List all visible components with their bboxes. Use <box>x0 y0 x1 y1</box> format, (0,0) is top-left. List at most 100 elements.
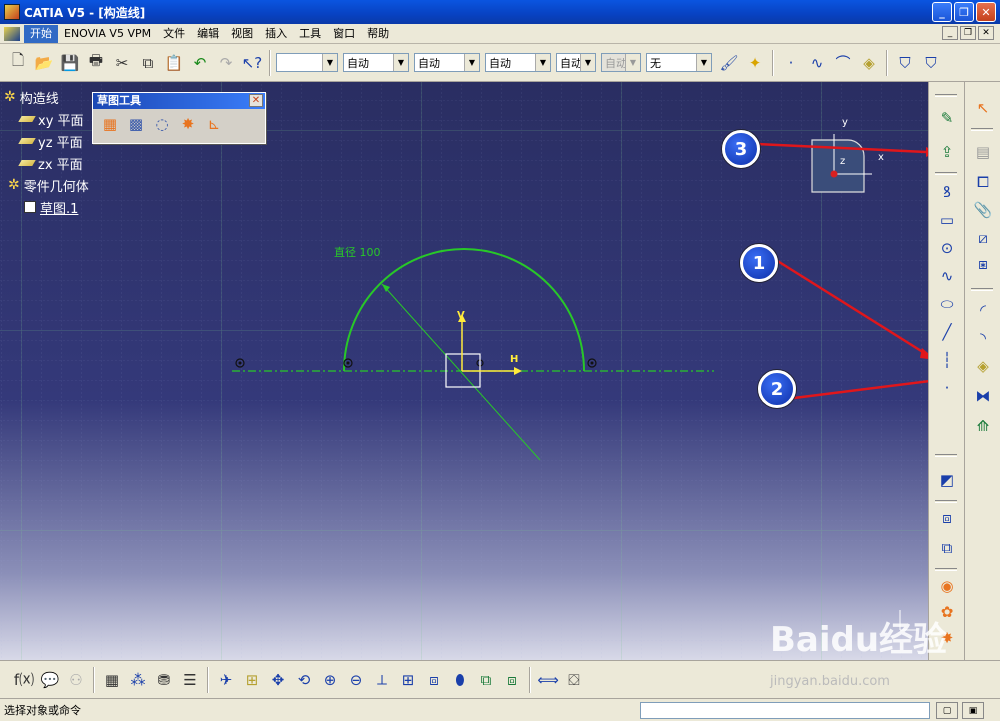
panel-close-button[interactable]: ✕ <box>249 94 263 107</box>
combo-arrow-icon[interactable]: ▼ <box>393 54 408 71</box>
render-style-combo[interactable]: 无 ▼ <box>646 53 712 72</box>
swap-space-icon[interactable]: ⧈ <box>500 668 524 692</box>
menu-edit[interactable]: 编辑 <box>191 25 225 43</box>
spline-icon[interactable]: ∿ <box>935 264 959 288</box>
pan-icon[interactable]: ✥ <box>266 668 290 692</box>
point-icon[interactable]: · <box>779 51 803 75</box>
line-type-combo[interactable]: ▼ <box>276 53 338 72</box>
point-type-combo[interactable]: 自动 ▼ <box>556 53 596 72</box>
command-input[interactable] <box>640 702 930 719</box>
multi-view-icon[interactable]: ⊞ <box>396 668 420 692</box>
ellipse-icon[interactable]: ⬭ <box>935 292 959 316</box>
list-icon[interactable]: ☰ <box>178 668 202 692</box>
mdi-restore-icon[interactable]: ❐ <box>960 26 976 40</box>
project-3d-icon[interactable]: ⧈ <box>935 506 959 530</box>
thickness-combo[interactable]: 自动 ▼ <box>485 53 551 72</box>
menu-file[interactable]: 文件 <box>157 25 191 43</box>
tree-item-part-body[interactable]: ✲ 零件几何体 <box>4 174 89 196</box>
rotate-icon[interactable]: ⟲ <box>292 668 316 692</box>
snap-to-point-icon[interactable]: ▩ <box>125 113 147 135</box>
new-file-icon[interactable]: 🗋 <box>6 51 30 75</box>
rectangle-icon[interactable]: ▭ <box>935 208 959 232</box>
catalog-icon[interactable]: ⛃ <box>152 668 176 692</box>
sketch-tools-panel[interactable]: 草图工具 ✕ ▦ ▩ ◌ ✸ ⊾ <box>92 92 266 144</box>
menu-window[interactable]: 窗口 <box>327 25 361 43</box>
menu-help[interactable]: 帮助 <box>361 25 395 43</box>
spline-icon[interactable]: ∿ <box>805 51 829 75</box>
save-icon[interactable]: 💾 <box>58 51 82 75</box>
knowledge-icon[interactable]: ⚇ <box>64 668 88 692</box>
document-icon[interactable] <box>4 26 20 41</box>
mirror-icon[interactable]: ⧓ <box>971 384 995 408</box>
pad-icon[interactable]: ◩ <box>935 468 959 492</box>
exit-workbench-icon[interactable]: ⛉ <box>893 51 917 75</box>
color-combo[interactable]: 自动 ▼ <box>343 53 409 72</box>
copy-icon[interactable]: ⧉ <box>136 51 160 75</box>
axis-icon[interactable]: ┆ <box>935 348 959 372</box>
open-file-icon[interactable]: 📂 <box>32 51 56 75</box>
inertia-icon[interactable]: ⛋ <box>562 668 586 692</box>
3d-viewport[interactable]: ✲ 构造线 xy 平面 yz 平面 zx 平面 ✲ 零件几何体 草图.1 草图工… <box>0 82 928 660</box>
tree-icon[interactable]: ⁂ <box>126 668 150 692</box>
tree-item-xy-plane[interactable]: xy 平面 <box>4 108 89 130</box>
contact-constraint-icon[interactable]: ⧆ <box>971 252 995 276</box>
trim-eraser-icon[interactable]: ◈ <box>971 354 995 378</box>
combo-arrow-icon[interactable]: ▼ <box>535 54 550 71</box>
annotation-icon[interactable]: 💬 <box>38 668 62 692</box>
eraser-icon[interactable]: ◈ <box>857 51 881 75</box>
paperclip-icon[interactable]: 📎 <box>971 198 995 222</box>
combo-arrow-icon[interactable]: ▼ <box>696 54 711 71</box>
table-icon[interactable]: ▦ <box>100 668 124 692</box>
menu-start[interactable]: 开始 <box>24 24 58 43</box>
normal-view-icon[interactable]: ⟂ <box>370 668 394 692</box>
diameter-dimension-label[interactable]: 直径 100 <box>334 244 381 260</box>
mdi-minimize-icon[interactable]: _ <box>942 26 958 40</box>
constraint-box-icon[interactable]: ⧠ <box>971 170 995 194</box>
power-input-icon[interactable]: ▢ <box>936 702 958 719</box>
line-icon[interactable]: ╱ <box>935 320 959 344</box>
zoom-in-icon[interactable]: ⊕ <box>318 668 342 692</box>
painter-icon[interactable]: 🖌 <box>717 51 741 75</box>
corner-icon[interactable]: ◜ <box>971 298 995 322</box>
tree-item-sketch[interactable]: 草图.1 <box>4 196 89 218</box>
construction-element-icon[interactable]: ◌ <box>151 113 173 135</box>
geometric-constraints-icon[interactable]: ✸ <box>177 113 199 135</box>
combo-arrow-icon[interactable]: ▼ <box>464 54 479 71</box>
menu-enovia[interactable]: ENOVIA V5 VPM <box>58 25 157 43</box>
stop-icon[interactable]: ▣ <box>962 702 984 719</box>
measure-icon[interactable]: ⟺ <box>536 668 560 692</box>
menu-insert[interactable]: 插入 <box>259 25 293 43</box>
close-button[interactable]: ✕ <box>976 2 996 22</box>
mdi-close-icon[interactable]: ✕ <box>978 26 994 40</box>
surface-icon[interactable]: ⌒ <box>831 51 855 75</box>
iso-view-icon[interactable]: ⧈ <box>422 668 446 692</box>
exit-workbench-icon[interactable]: ⇪ <box>935 140 959 164</box>
paste-icon[interactable]: 📋 <box>162 51 186 75</box>
stack-icon[interactable]: ▤ <box>971 140 995 164</box>
undo-icon[interactable]: ↶ <box>188 51 212 75</box>
tree-item-zx-plane[interactable]: zx 平面 <box>4 152 89 174</box>
whats-this-icon[interactable]: ↖? <box>240 51 264 75</box>
tree-root[interactable]: ✲ 构造线 <box>4 86 89 108</box>
print-icon[interactable]: 🖶 <box>84 51 108 75</box>
shading-icon[interactable]: ⬮ <box>448 668 472 692</box>
fit-all-icon[interactable]: ⊞ <box>240 668 264 692</box>
properties-icon[interactable]: ✦ <box>743 51 767 75</box>
menu-view[interactable]: 视图 <box>225 25 259 43</box>
cut-icon[interactable]: ✂ <box>110 51 134 75</box>
hide-show-icon[interactable]: ⧉ <box>474 668 498 692</box>
maximize-button[interactable]: ❐ <box>954 2 974 22</box>
menu-tools[interactable]: 工具 <box>293 25 327 43</box>
workbench-icon[interactable]: ⛉ <box>919 51 943 75</box>
select-arrow-icon[interactable]: ↖ <box>971 96 995 120</box>
dimensional-constraints-icon[interactable]: ⊾ <box>203 113 225 135</box>
point-icon[interactable]: · <box>935 376 959 400</box>
fly-mode-icon[interactable]: ✈ <box>214 668 238 692</box>
linetype-combo[interactable]: 自动 ▼ <box>414 53 480 72</box>
sketch-icon[interactable]: ✎ <box>935 106 959 130</box>
redo-icon[interactable]: ↷ <box>214 51 238 75</box>
constraint-icon[interactable]: ◉ <box>935 574 959 598</box>
formula-icon[interactable]: f⒳ <box>12 668 36 692</box>
chamfer-icon[interactable]: ◝ <box>971 326 995 350</box>
profile-icon[interactable]: ꝸ <box>935 180 959 204</box>
